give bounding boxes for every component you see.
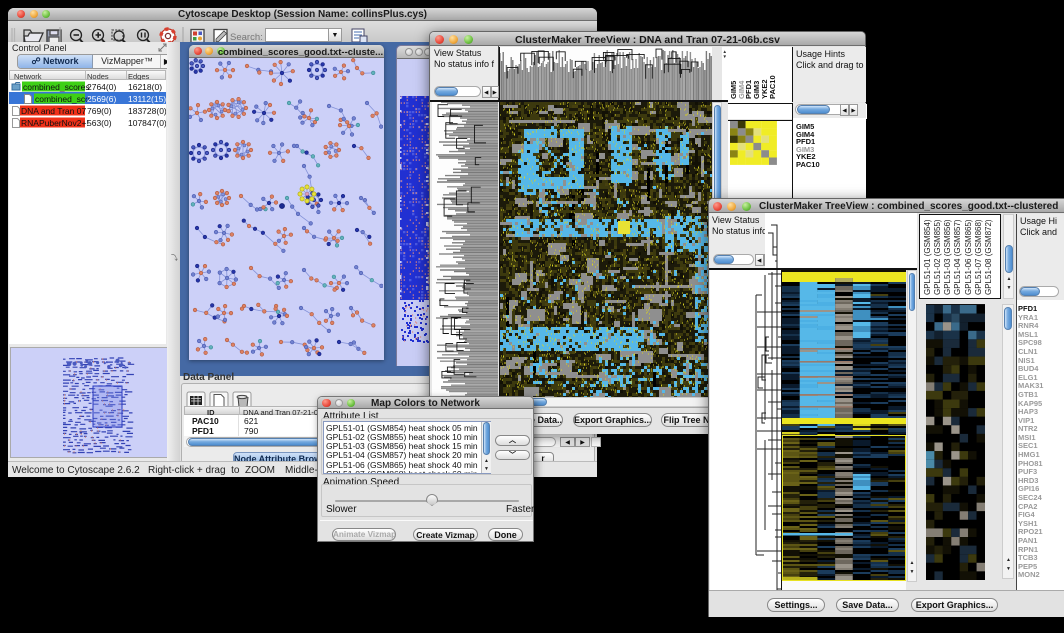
svg-text:2764(0): 2764(0): [87, 82, 116, 92]
svg-text:563(0): 563(0): [87, 118, 112, 128]
svg-text:RNAPuberNov2+!: RNAPuberNov2+!: [21, 118, 89, 128]
svg-text:combined_scores: combined_scores: [23, 82, 90, 92]
svg-text:combined_sco: combined_sco: [35, 94, 90, 104]
svg-text:DNA and Tran 07: DNA and Tran 07: [21, 106, 86, 116]
svg-text:183728(0): 183728(0): [128, 106, 166, 116]
svg-text:769(0): 769(0): [87, 106, 112, 116]
svg-text:13112(15): 13112(15): [128, 94, 166, 104]
svg-text:107847(0): 107847(0): [128, 118, 166, 128]
svg-text:16218(0): 16218(0): [128, 82, 162, 92]
svg-text:2569(6): 2569(6): [87, 94, 116, 104]
